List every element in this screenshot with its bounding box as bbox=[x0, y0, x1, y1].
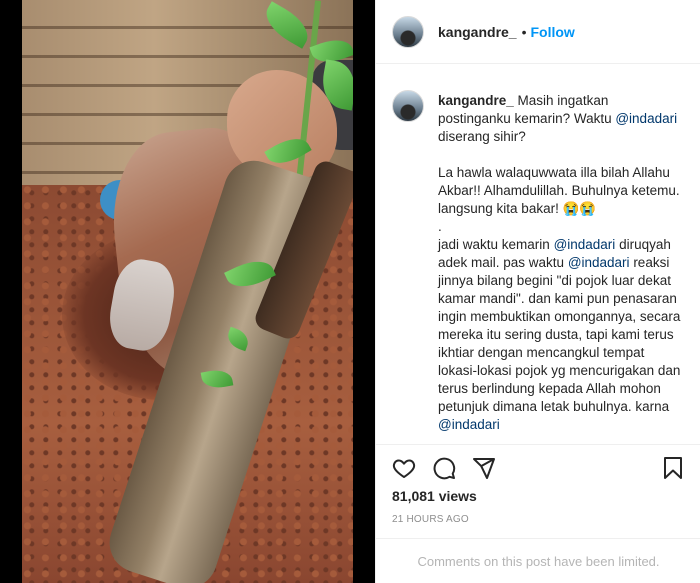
post-video[interactable] bbox=[22, 0, 353, 583]
comments-limited-notice: Comments on this post have been limited. bbox=[376, 538, 700, 583]
action-bar bbox=[376, 444, 700, 490]
comment-icon[interactable] bbox=[432, 456, 456, 480]
mention-link[interactable]: @indadari bbox=[568, 255, 630, 270]
caption-text: kangandre_ Masih ingatkan postinganku ke… bbox=[438, 92, 684, 444]
avatar[interactable] bbox=[392, 15, 424, 48]
media-column bbox=[0, 0, 375, 583]
caption-paragraph: La hawla walaquwwata illa bilah Allahu A… bbox=[438, 165, 680, 216]
caption-avatar[interactable] bbox=[392, 90, 424, 122]
caption-username-link[interactable]: kangandre_ bbox=[438, 93, 514, 108]
mention-link[interactable]: @indadari bbox=[615, 111, 677, 126]
post-header: kangandre_ • Follow bbox=[376, 0, 700, 64]
username-link[interactable]: kangandre_ bbox=[438, 24, 517, 40]
heart-icon[interactable] bbox=[392, 456, 416, 480]
caption-section: kangandre_ Masih ingatkan postinganku ke… bbox=[376, 76, 700, 444]
caption-text-part: reaksi jinnya bilang begini "di pojok lu… bbox=[438, 255, 681, 414]
post-sidebar: kangandre_ • Follow kangandre_ Masih ing… bbox=[375, 0, 700, 583]
mention-link[interactable]: @indadari bbox=[554, 237, 616, 252]
mention-link[interactable]: @indadari bbox=[438, 417, 500, 432]
caption-dot: . bbox=[438, 219, 442, 234]
timestamp[interactable]: 21 HOURS AGO bbox=[392, 514, 469, 525]
instagram-post-window: kangandre_ • Follow kangandre_ Masih ing… bbox=[0, 0, 700, 583]
view-count[interactable]: 81,081 views bbox=[392, 488, 477, 504]
follow-button[interactable]: Follow bbox=[531, 24, 575, 40]
share-icon[interactable] bbox=[472, 456, 496, 480]
caption-text-part: jadi waktu kemarin bbox=[438, 237, 554, 252]
separator-dot: • bbox=[521, 23, 527, 40]
bookmark-icon[interactable] bbox=[661, 456, 685, 480]
caption-text-part: diserang sihir? bbox=[438, 129, 526, 144]
